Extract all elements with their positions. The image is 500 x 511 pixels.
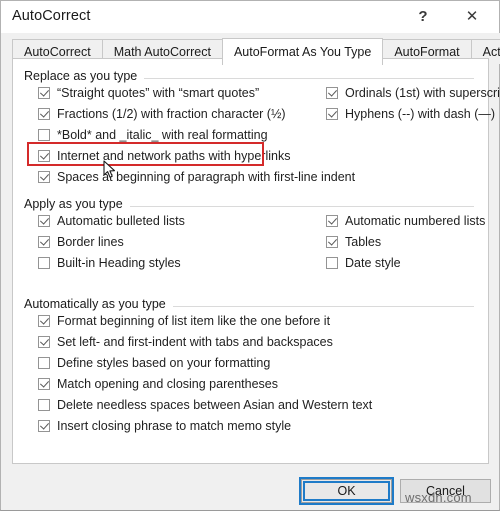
- checkbox-row[interactable]: “Straight quotes” with “smart quotes”: [38, 85, 355, 102]
- checkbox-row[interactable]: Tables: [326, 234, 485, 251]
- checkbox-label: Tables: [345, 235, 382, 249]
- checkbox-label: Internet and network paths with hyperlin…: [57, 149, 291, 163]
- checkbox-unchecked-icon[interactable]: [326, 257, 338, 269]
- group-columns: “Straight quotes” with “smart quotes” Fra…: [13, 85, 500, 198]
- checkbox-label: Automatic bulleted lists: [57, 214, 185, 228]
- option-group: Replace as you type “Straight quotes” wit…: [13, 69, 500, 198]
- checkbox-checked-icon[interactable]: [38, 150, 50, 162]
- group-header: Automatically as you type: [13, 297, 488, 313]
- checkbox-checked-icon[interactable]: [38, 420, 50, 432]
- checkbox-row[interactable]: Fractions (1/2) with fraction character …: [38, 106, 355, 123]
- dialog-title: AutoCorrect: [12, 8, 91, 24]
- checkbox-row[interactable]: Spaces at beginning of paragraph with fi…: [38, 169, 355, 186]
- checkbox-row[interactable]: Internet and network paths with hyperlin…: [38, 148, 355, 165]
- checkbox-row[interactable]: Format beginning of list item like the o…: [38, 313, 372, 330]
- checkbox-checked-icon[interactable]: [38, 108, 50, 120]
- checkbox-row[interactable]: Date style: [326, 255, 485, 272]
- checkbox-label: Border lines: [57, 235, 124, 249]
- group-title: Automatically as you type: [24, 297, 173, 311]
- tab-autoformat-as-you-type[interactable]: AutoFormat As You Type: [221, 38, 384, 65]
- checkbox-row[interactable]: Built-in Heading styles: [38, 255, 185, 272]
- checkbox-unchecked-icon[interactable]: [38, 257, 50, 269]
- checkbox-row[interactable]: Delete needless spaces between Asian and…: [38, 397, 372, 414]
- checkbox-checked-icon[interactable]: [38, 171, 50, 183]
- group-title: Apply as you type: [24, 197, 130, 211]
- help-button[interactable]: ?: [401, 1, 445, 32]
- checkbox-row[interactable]: Match opening and closing parentheses: [38, 376, 372, 393]
- checkbox-label: Delete needless spaces between Asian and…: [57, 398, 373, 412]
- checkbox-checked-icon[interactable]: [38, 378, 50, 390]
- checkbox-label: Ordinals (1st) with superscript: [345, 86, 500, 100]
- checkbox-checked-icon[interactable]: [38, 236, 50, 248]
- checkbox-checked-icon[interactable]: [326, 215, 338, 227]
- checkbox-row[interactable]: Ordinals (1st) with superscript: [326, 85, 500, 102]
- autocorrect-dialog: AutoCorrect ? ✕ AutoCorrect Math AutoCorr…: [0, 0, 500, 511]
- checkbox-label: Built-in Heading styles: [57, 256, 181, 270]
- tab-content-panel: Replace as you type “Straight quotes” wit…: [12, 58, 500, 464]
- checkbox-checked-icon[interactable]: [326, 87, 338, 99]
- question-mark-icon: ?: [418, 8, 428, 25]
- group-header: Replace as you type: [13, 69, 488, 85]
- checkbox-checked-icon[interactable]: [38, 336, 50, 348]
- close-button[interactable]: ✕: [450, 1, 494, 32]
- option-group: Automatically as you type Format beginnin…: [13, 297, 488, 447]
- checkbox-label: Match opening and closing parentheses: [57, 377, 278, 391]
- checkbox-label: Set left- and first-indent with tabs and…: [57, 335, 333, 349]
- checkbox-label: Define styles based on your formatting: [57, 356, 271, 370]
- checkbox-label: Spaces at beginning of paragraph with fi…: [57, 170, 356, 184]
- checkbox-checked-icon[interactable]: [326, 236, 338, 248]
- checkbox-label: Hyphens (--) with dash (—): [345, 107, 496, 121]
- group-column-left: Automatic bulleted lists Border lines Buil…: [38, 213, 185, 276]
- cancel-button[interactable]: Cancel: [400, 479, 491, 503]
- checkbox-row[interactable]: Border lines: [38, 234, 185, 251]
- group-header: Apply as you type: [13, 197, 488, 213]
- checkbox-label: Insert closing phrase to match memo styl…: [57, 419, 292, 433]
- checkbox-label: Format beginning of list item like the o…: [57, 314, 331, 328]
- checkbox-row[interactable]: Hyphens (--) with dash (—): [326, 106, 500, 123]
- checkbox-label: Fractions (1/2) with fraction character …: [57, 107, 286, 121]
- checkbox-row[interactable]: Automatic numbered lists: [326, 213, 485, 230]
- checkbox-row[interactable]: Set left- and first-indent with tabs and…: [38, 334, 372, 351]
- checkbox-label: *Bold* and _italic_ with real formatting: [57, 128, 268, 142]
- group-columns: Automatic bulleted lists Border lines Buil…: [13, 213, 488, 284]
- dialog-footer: OK Cancel: [1, 464, 499, 510]
- checkbox-row[interactable]: Define styles based on your formatting: [38, 355, 372, 372]
- group-title: Replace as you type: [24, 69, 145, 83]
- checkbox-unchecked-icon[interactable]: [38, 129, 50, 141]
- ok-button[interactable]: OK: [301, 479, 392, 503]
- checkbox-unchecked-icon[interactable]: [38, 357, 50, 369]
- checkbox-checked-icon[interactable]: [38, 215, 50, 227]
- group-column-right: Ordinals (1st) with superscript Hyphens (…: [326, 85, 500, 127]
- checkbox-label: Automatic numbered lists: [345, 214, 486, 228]
- checkbox-label: Date style: [345, 256, 401, 270]
- option-group: Apply as you type Automatic bulleted list…: [13, 197, 488, 284]
- checkbox-label: “Straight quotes” with “smart quotes”: [57, 86, 260, 100]
- checkbox-checked-icon[interactable]: [38, 315, 50, 327]
- title-bar: AutoCorrect ? ✕: [1, 1, 499, 33]
- checkbox-row[interactable]: Automatic bulleted lists: [38, 213, 185, 230]
- group-columns: Format beginning of list item like the o…: [13, 313, 488, 447]
- checkbox-unchecked-icon[interactable]: [38, 399, 50, 411]
- checkbox-row[interactable]: *Bold* and _italic_ with real formatting: [38, 127, 355, 144]
- checkbox-row[interactable]: Insert closing phrase to match memo styl…: [38, 418, 372, 435]
- group-column-left: Format beginning of list item like the o…: [38, 313, 372, 439]
- group-column-left: “Straight quotes” with “smart quotes” Fra…: [38, 85, 355, 190]
- checkbox-checked-icon[interactable]: [326, 108, 338, 120]
- group-column-right: Automatic numbered lists Tables Date style: [326, 213, 485, 276]
- checkbox-checked-icon[interactable]: [38, 87, 50, 99]
- close-icon: ✕: [465, 8, 479, 25]
